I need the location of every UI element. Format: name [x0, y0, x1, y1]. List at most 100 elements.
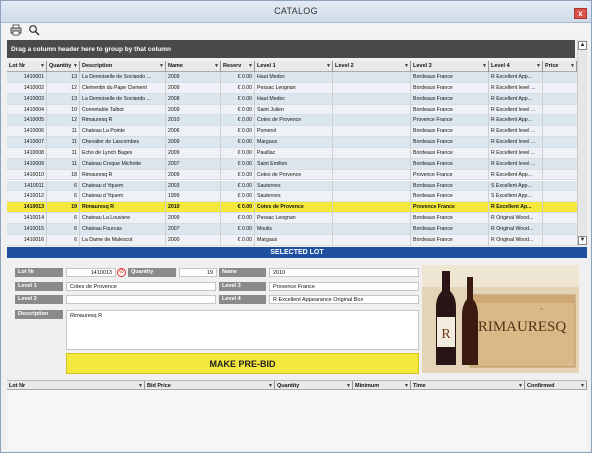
table-cell: 11: [47, 147, 80, 159]
table-cell: 2009: [166, 137, 221, 148]
filter-dropdown-icon[interactable]: ▼: [248, 63, 253, 69]
table-cell: R Excellent level ...: [489, 82, 543, 94]
table-cell: 6: [47, 234, 80, 246]
table-row[interactable]: 1410014 6 Chateau La Louviere 2009 € 0.00 Pes…: [7, 213, 577, 224]
table-cell: R Original Wood...: [489, 213, 543, 224]
level1-label: Level 1: [15, 282, 63, 291]
table-cell: € 0.00: [221, 137, 255, 148]
filter-dropdown-icon[interactable]: ▼: [404, 63, 409, 69]
table-cell: Saint Julien: [255, 104, 333, 116]
filter-dropdown-icon[interactable]: ▼: [536, 63, 541, 69]
column-header[interactable]: Lot Nr ▼: [7, 61, 47, 72]
make-pre-bid-button[interactable]: MAKE PRE-BID: [66, 353, 419, 374]
table-row[interactable]: 1410001 13 La Demoiselle de Sociando ... 20…: [7, 72, 577, 83]
table-cell: S Excellent App...: [489, 191, 543, 203]
table-cell: Bordeaux France: [411, 223, 489, 235]
filter-dropdown-icon[interactable]: ▼: [40, 63, 45, 69]
table-cell: Bordeaux France: [411, 104, 489, 116]
level3-field[interactable]: Provence France: [269, 282, 419, 291]
table-row[interactable]: 1410009 11 Chateau Croque Michotte 2007 € 0.…: [7, 158, 577, 170]
filter-dropdown-icon[interactable]: ▼: [346, 383, 351, 389]
column-header[interactable]: Level 2 ▼: [333, 61, 411, 72]
table-cell: [333, 104, 411, 116]
filter-dropdown-icon[interactable]: ▼: [159, 63, 164, 69]
table-cell: 2009: [166, 104, 221, 116]
level2-field[interactable]: [66, 295, 216, 304]
toolbar: [1, 23, 591, 39]
table-row[interactable]: 1410010 18 Rimauresq R 2009 € 0.00 Cotes de P…: [7, 169, 577, 181]
level4-field[interactable]: R Excellent Appearance Original Box: [269, 295, 419, 304]
table-row[interactable]: 1410004 10 Connetable Talbot 2009 € 0.00 Sain…: [7, 104, 577, 116]
close-button[interactable]: x: [574, 8, 587, 19]
filter-dropdown-icon[interactable]: ▼: [326, 63, 331, 69]
table-cell: R Excellent level ...: [489, 158, 543, 170]
filter-dropdown-icon[interactable]: ▼: [73, 63, 78, 69]
table-row[interactable]: 1410013 19 Rimauresq R 2010 € 0.00 Cotes de P…: [7, 202, 577, 214]
table-cell: 6: [47, 191, 80, 203]
column-header[interactable]: Quantity ▼: [47, 61, 80, 72]
print-icon[interactable]: [9, 24, 23, 38]
table-cell: 1410006: [7, 126, 47, 138]
table-row[interactable]: 1410003 13 La Demoiselle de Sociando ... 20…: [7, 93, 577, 105]
filter-dropdown-icon[interactable]: ▼: [214, 63, 219, 69]
table-cell: Moulis: [255, 223, 333, 235]
table-cell: € 0.00: [221, 202, 255, 214]
table-cell: 1410011: [7, 180, 47, 192]
table-cell: R Original Wood...: [489, 234, 543, 246]
column-header[interactable]: Description ▼: [80, 61, 166, 72]
group-by-bar[interactable]: Drag a column header here to group by th…: [7, 40, 575, 58]
filter-dropdown-icon[interactable]: ▼: [482, 63, 487, 69]
lot-nr-field[interactable]: 1410013: [66, 268, 116, 277]
table-cell: 1410004: [7, 104, 47, 116]
table-cell: Provence France: [411, 115, 489, 127]
table-cell: Bordeaux France: [411, 82, 489, 94]
table-cell: [333, 234, 411, 246]
search-icon[interactable]: [27, 24, 41, 38]
column-header[interactable]: Reserv ▼: [221, 61, 255, 72]
filter-dropdown-icon[interactable]: ▼: [268, 383, 273, 389]
column-header[interactable]: Level 1 ▼: [255, 61, 333, 72]
table-row[interactable]: 1410005 12 Rimauresq R 2010 € 0.00 Cotes de P…: [7, 115, 577, 127]
table-cell: € 0.00: [221, 72, 255, 83]
clear-icon[interactable]: ⊘: [117, 268, 126, 277]
column-header[interactable]: Level 3 ▼: [411, 61, 489, 72]
scroll-down-icon[interactable]: ▼: [578, 236, 587, 245]
column-header-label: Level 1: [257, 63, 276, 69]
table-cell: 1410003: [7, 93, 47, 105]
grid-scrollbar[interactable]: ▲ ▼: [577, 40, 587, 246]
bid-column-label: Confirmed: [527, 383, 555, 389]
filter-dropdown-icon[interactable]: ▼: [518, 383, 523, 389]
description-field[interactable]: Rimauresq R: [66, 310, 419, 350]
table-row[interactable]: 1410015 6 Chateau Fourcas 2007 € 0.00 Moulis B…: [7, 223, 577, 235]
catalog-window: CATALOG x Drag a column header here to g…: [0, 0, 592, 453]
table-cell: Bordeaux France: [411, 191, 489, 203]
filter-dropdown-icon[interactable]: ▼: [404, 383, 409, 389]
table-cell: 1410016: [7, 234, 47, 246]
column-header-label: Description: [82, 63, 113, 69]
table-row[interactable]: 1410002 12 Clementin du Pape Clement 2009 € …: [7, 82, 577, 94]
filter-dropdown-icon[interactable]: ▼: [570, 63, 575, 69]
column-header-label: Quantity: [49, 63, 72, 69]
table-cell: 1410001: [7, 72, 47, 83]
filter-dropdown-icon[interactable]: ▼: [138, 383, 143, 389]
table-cell: Cotes de Provence: [255, 115, 333, 127]
level1-field[interactable]: Cotes de Provence: [66, 282, 216, 291]
table-cell: 2009: [166, 169, 221, 181]
column-header[interactable]: Price ▼: [543, 61, 577, 72]
table-row[interactable]: 1410016 6 La Dame de Malescot 2000 € 0.00 Mar…: [7, 234, 577, 246]
name-field[interactable]: 2010: [269, 268, 419, 277]
table-row[interactable]: 1410006 11 Chateau La Pointe 2006 € 0.00 Pome…: [7, 126, 577, 138]
table-row[interactable]: 1410007 11 Chevalier de Lascombes 2009 € 0.0…: [7, 137, 577, 148]
filter-dropdown-icon[interactable]: ▼: [580, 383, 585, 389]
column-header[interactable]: Level 4 ▼: [489, 61, 543, 72]
level4-label: Level 4: [219, 295, 266, 304]
column-header[interactable]: Name ▼: [166, 61, 221, 72]
table-row[interactable]: 1410008 11 Echo de Lynch Bages 2009 € 0.00 Pa…: [7, 147, 577, 159]
table-cell: Chateau d Yquem: [80, 191, 166, 203]
table-cell: 13: [47, 72, 80, 83]
scroll-up-icon[interactable]: ▲: [578, 41, 587, 50]
table-row[interactable]: 1410012 6 Chateau d Yquem 1999 € 0.00 Sautern…: [7, 191, 577, 203]
table-row[interactable]: 1410011 6 Chateau d Yquem 2003 € 0.00 Sautern…: [7, 180, 577, 192]
quantity-field[interactable]: 19: [179, 268, 217, 277]
table-cell: Clementin du Pape Clement: [80, 82, 166, 94]
